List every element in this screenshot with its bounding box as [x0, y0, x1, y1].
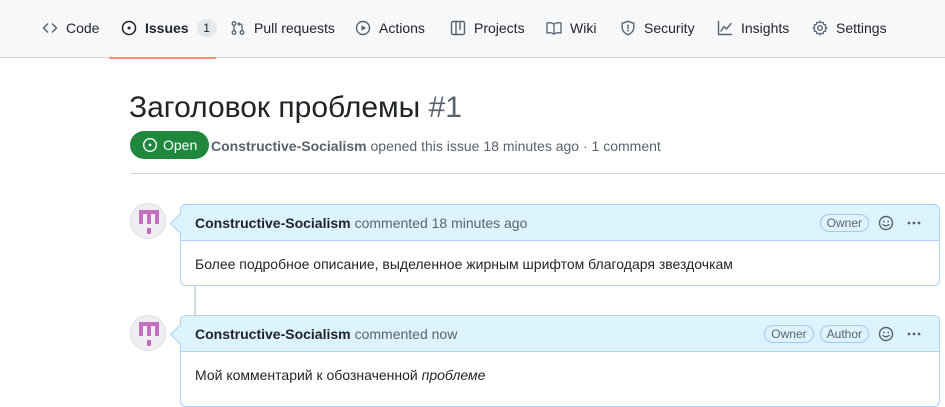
tab-issues-label: Issues [145, 20, 189, 36]
tab-insights-label: Insights [741, 20, 790, 36]
comment-body-text: Мой комментарий к обозначенной [195, 367, 422, 383]
issue-meta: Constructive-Socialism opened this issue… [211, 137, 661, 155]
issue-author-link[interactable]: Constructive-Socialism [211, 138, 367, 154]
comment-timestamp[interactable]: commented now [355, 326, 458, 342]
graph-icon [717, 18, 733, 38]
issue-state-label: Open [163, 137, 198, 153]
owner-label: Owner [764, 324, 814, 343]
tab-projects[interactable]: Projects [438, 18, 537, 58]
add-reaction-button[interactable] [875, 323, 897, 345]
identicon-image [131, 204, 165, 238]
tab-wiki-label: Wiki [570, 20, 597, 36]
comment-author[interactable]: Constructive-Socialism [195, 215, 351, 231]
tab-insights[interactable]: Insights [705, 18, 801, 58]
issue-comments-count: 1 comment [591, 138, 661, 154]
issues-counter: 1 [196, 19, 217, 37]
kebab-horizontal-icon [907, 221, 921, 224]
issue-title: Заголовок проблемы #1 [129, 90, 462, 126]
comment-menu-button[interactable] [903, 323, 925, 345]
avatar[interactable] [130, 203, 166, 239]
repo-tab-bar: Code Issues 1 Pull requests Actions Proj… [0, 0, 945, 59]
tab-settings[interactable]: Settings [800, 18, 899, 58]
git-pull-request-icon [230, 18, 246, 38]
comment-actions: Owner Author [764, 323, 925, 345]
shield-icon [620, 18, 636, 38]
comment-body-text: Более подробное описание, выделенное жир… [195, 256, 733, 272]
tab-projects-label: Projects [474, 20, 525, 36]
tab-code-label: Code [66, 20, 100, 36]
comment-actions: Owner [819, 212, 925, 234]
author-label: Author [819, 324, 869, 343]
comment-timestamp[interactable]: commented 18 minutes ago [355, 215, 528, 231]
issue-title-text: Заголовок проблемы [129, 91, 421, 124]
play-icon [355, 18, 371, 38]
comment-body: Мой комментарий к обозначенной проблеме [181, 352, 939, 398]
tab-issues[interactable]: Issues 1 [109, 18, 217, 59]
add-reaction-button[interactable] [875, 212, 897, 234]
tab-pull-requests-label: Pull requests [254, 20, 335, 36]
issue-opened-icon [142, 137, 158, 153]
comment-card: Constructive-Socialism commented 18 minu… [180, 204, 940, 286]
tab-pull-requests[interactable]: Pull requests [218, 18, 347, 58]
smiley-icon [878, 215, 894, 230]
comment-header: Constructive-Socialism commented 18 minu… [181, 205, 939, 241]
book-icon [546, 18, 562, 38]
header-divider [130, 173, 945, 174]
identicon-image [131, 316, 165, 350]
comment-card: Constructive-Socialism commented now Own… [180, 315, 940, 407]
comment-body: Более подробное описание, выделенное жир… [181, 241, 939, 287]
comment-header: Constructive-Socialism commented now Own… [181, 316, 939, 352]
tab-code[interactable]: Code [30, 18, 111, 58]
owner-label: Owner [819, 213, 869, 232]
table-icon [450, 18, 466, 38]
code-icon [42, 18, 58, 38]
tab-actions[interactable]: Actions [343, 18, 437, 58]
kebab-horizontal-icon [907, 332, 921, 335]
meta-separator: · [582, 138, 588, 154]
issue-opened-text: opened this issue 18 minutes ago [370, 138, 580, 154]
tab-settings-label: Settings [836, 20, 887, 36]
tab-security-label: Security [644, 20, 695, 36]
comment-body-emphasis: проблеме [421, 367, 486, 383]
avatar[interactable] [130, 315, 166, 351]
tab-wiki[interactable]: Wiki [534, 18, 608, 58]
tab-actions-label: Actions [379, 20, 425, 36]
issue-state-badge: Open [130, 131, 210, 159]
issue-opened-icon [121, 18, 137, 38]
tab-security[interactable]: Security [608, 18, 707, 58]
smiley-icon [878, 326, 894, 341]
gear-icon [812, 18, 828, 38]
comment-author[interactable]: Constructive-Socialism [195, 326, 351, 342]
issue-number: #1 [428, 91, 462, 124]
comment-menu-button[interactable] [903, 212, 925, 234]
